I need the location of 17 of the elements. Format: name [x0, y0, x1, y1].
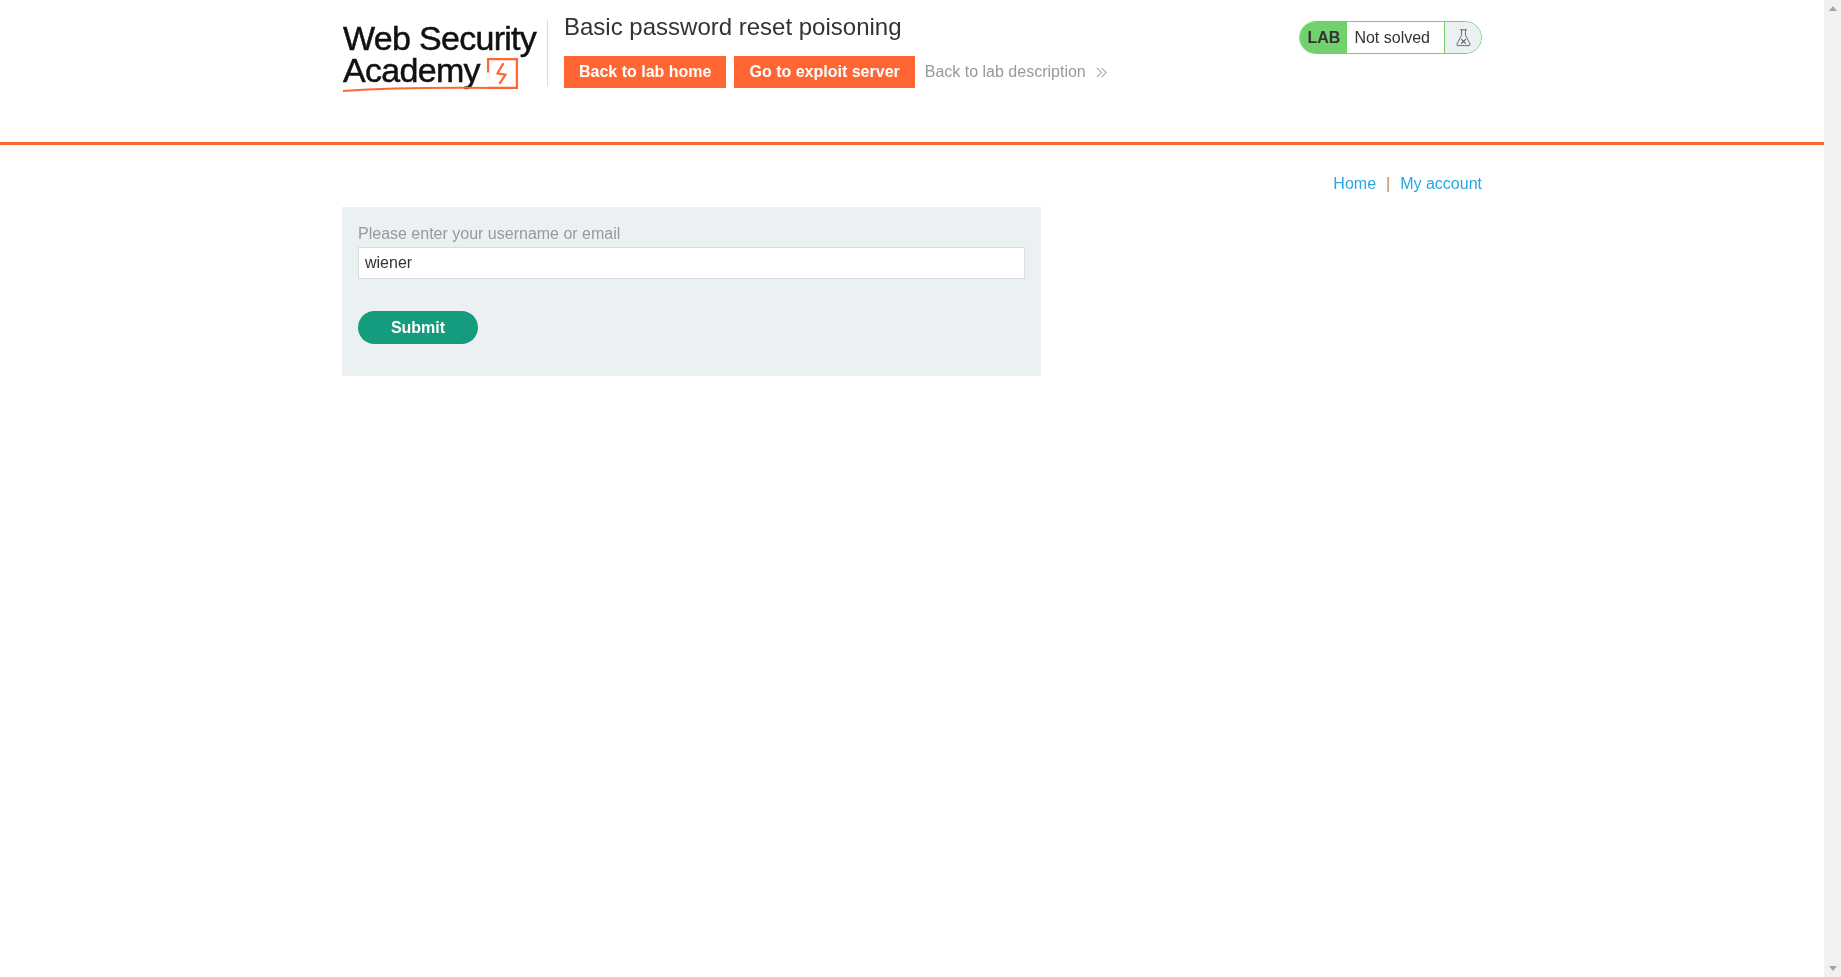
nav-link[interactable]: My account — [1400, 174, 1482, 194]
scrollbar[interactable] — [1824, 0, 1841, 977]
username-field[interactable]: wiener — [358, 247, 1025, 279]
field-label: Please enter your username or email — [358, 224, 621, 244]
lab-description-link[interactable]: Back to lab description — [924, 63, 1086, 81]
double-chevron-icon[interactable] — [1095, 66, 1107, 78]
scroll-up-icon[interactable] — [1828, 6, 1837, 11]
scroll-down-icon[interactable] — [1828, 966, 1837, 971]
lab-title: Basic password reset poisoning — [564, 12, 902, 42]
lab-status-text: Not solved — [1353, 27, 1431, 48]
submit-button[interactable]: Submit — [358, 311, 478, 344]
lab-label: LAB — [1299, 22, 1348, 53]
header-button[interactable]: Go to exploit server — [734, 56, 915, 88]
nav-link[interactable]: Home — [1333, 174, 1377, 194]
header-button[interactable]: Back to lab home — [564, 56, 727, 88]
nav-separator: | — [1386, 174, 1391, 194]
logo[interactable]: Web Security Academy — [343, 22, 544, 92]
